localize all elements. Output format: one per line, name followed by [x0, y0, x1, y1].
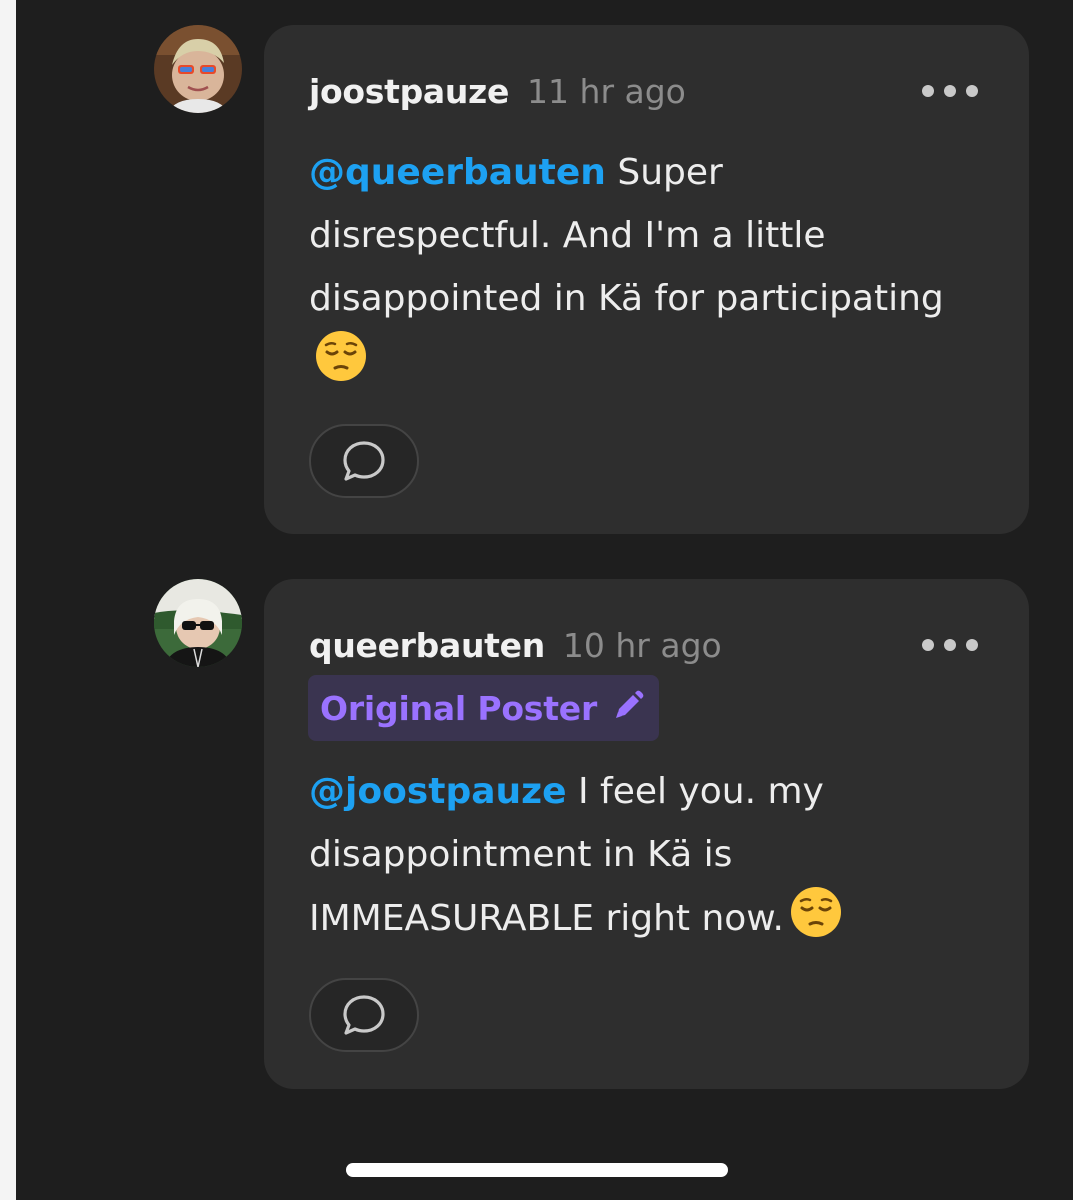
avatar-queerbauten-image	[154, 579, 242, 667]
comment-card: joostpauze 11 hr ago @queerbauten Super …	[264, 25, 1029, 534]
more-dot	[966, 639, 978, 651]
comment-header: queerbauten 10 hr ago	[309, 623, 984, 667]
comment-card: queerbauten 10 hr ago Original Poster @j…	[264, 579, 1029, 1089]
comment-text: @queerbauten Super disrespectful. And I'…	[309, 141, 949, 402]
avatar-joostpauze-image	[154, 25, 242, 113]
more-dot	[922, 85, 934, 97]
speech-bubble-icon	[343, 441, 385, 481]
mention-link[interactable]: @queerbauten	[309, 152, 606, 193]
pensive-face-icon	[790, 886, 842, 958]
more-dot	[922, 639, 934, 651]
original-poster-badge: Original Poster	[308, 675, 660, 741]
speech-bubble-icon	[343, 995, 385, 1035]
comment-timestamp: 10 hr ago	[562, 625, 722, 665]
mention-link[interactable]: @joostpauze	[309, 771, 567, 812]
left-edge-strip	[0, 0, 16, 1200]
more-dot	[944, 85, 956, 97]
avatar-joostpauze[interactable]	[154, 25, 242, 113]
more-dots-icon[interactable]	[922, 83, 978, 99]
comment-username[interactable]: joostpauze	[309, 72, 509, 111]
pencil-icon	[611, 689, 645, 727]
home-indicator[interactable]	[346, 1163, 728, 1177]
pensive-face-icon	[315, 330, 367, 402]
comment-header: joostpauze 11 hr ago	[309, 69, 984, 113]
avatar-queerbauten[interactable]	[154, 579, 242, 667]
reply-button[interactable]	[309, 978, 419, 1052]
original-poster-label: Original Poster	[320, 688, 598, 728]
comment-username[interactable]: queerbauten	[309, 626, 545, 665]
reply-button[interactable]	[309, 424, 419, 498]
more-dot	[944, 639, 956, 651]
comment-text: @joostpauze I feel you. my disappointmen…	[309, 760, 949, 958]
more-dots-icon[interactable]	[922, 637, 978, 653]
more-dot	[966, 85, 978, 97]
comment-timestamp: 11 hr ago	[527, 71, 686, 111]
